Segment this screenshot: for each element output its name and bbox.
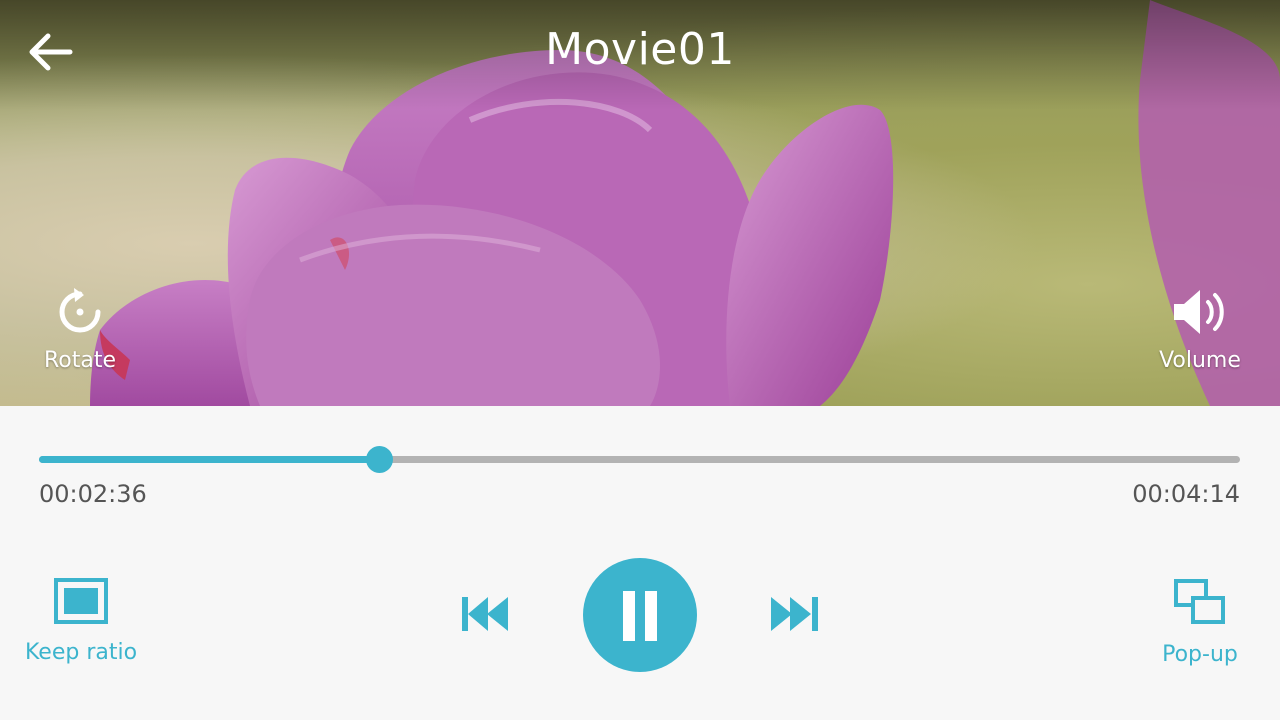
- seek-bar-progress: [39, 456, 379, 463]
- rotate-button[interactable]: Rotate: [20, 286, 140, 373]
- popup-window-icon: [1174, 579, 1225, 624]
- keep-ratio-button[interactable]: Keep ratio: [22, 578, 140, 665]
- popup-label: Pop-up: [1162, 642, 1238, 667]
- popup-button[interactable]: Pop-up: [1140, 578, 1260, 667]
- speaker-icon: [1174, 290, 1224, 334]
- keep-ratio-label: Keep ratio: [24, 640, 138, 665]
- seek-bar-thumb[interactable]: [365, 446, 393, 473]
- aspect-ratio-icon: [54, 578, 108, 624]
- control-panel: 00:02:36 00:04:14 Keep ratio Pop-up: [0, 406, 1280, 720]
- rotate-icon: [59, 288, 101, 333]
- previous-button[interactable]: [460, 595, 512, 633]
- pause-button[interactable]: [583, 558, 697, 672]
- next-track-icon: [771, 597, 818, 631]
- total-time: 00:04:14: [1132, 480, 1240, 508]
- volume-label: Volume: [1159, 348, 1241, 373]
- volume-button[interactable]: Volume: [1140, 286, 1260, 373]
- next-button[interactable]: [769, 595, 821, 633]
- rotate-label: Rotate: [43, 348, 117, 373]
- video-title: Movie01: [545, 24, 735, 75]
- current-time: 00:02:36: [39, 480, 147, 508]
- previous-track-icon: [462, 597, 508, 631]
- seek-bar[interactable]: [39, 446, 1240, 473]
